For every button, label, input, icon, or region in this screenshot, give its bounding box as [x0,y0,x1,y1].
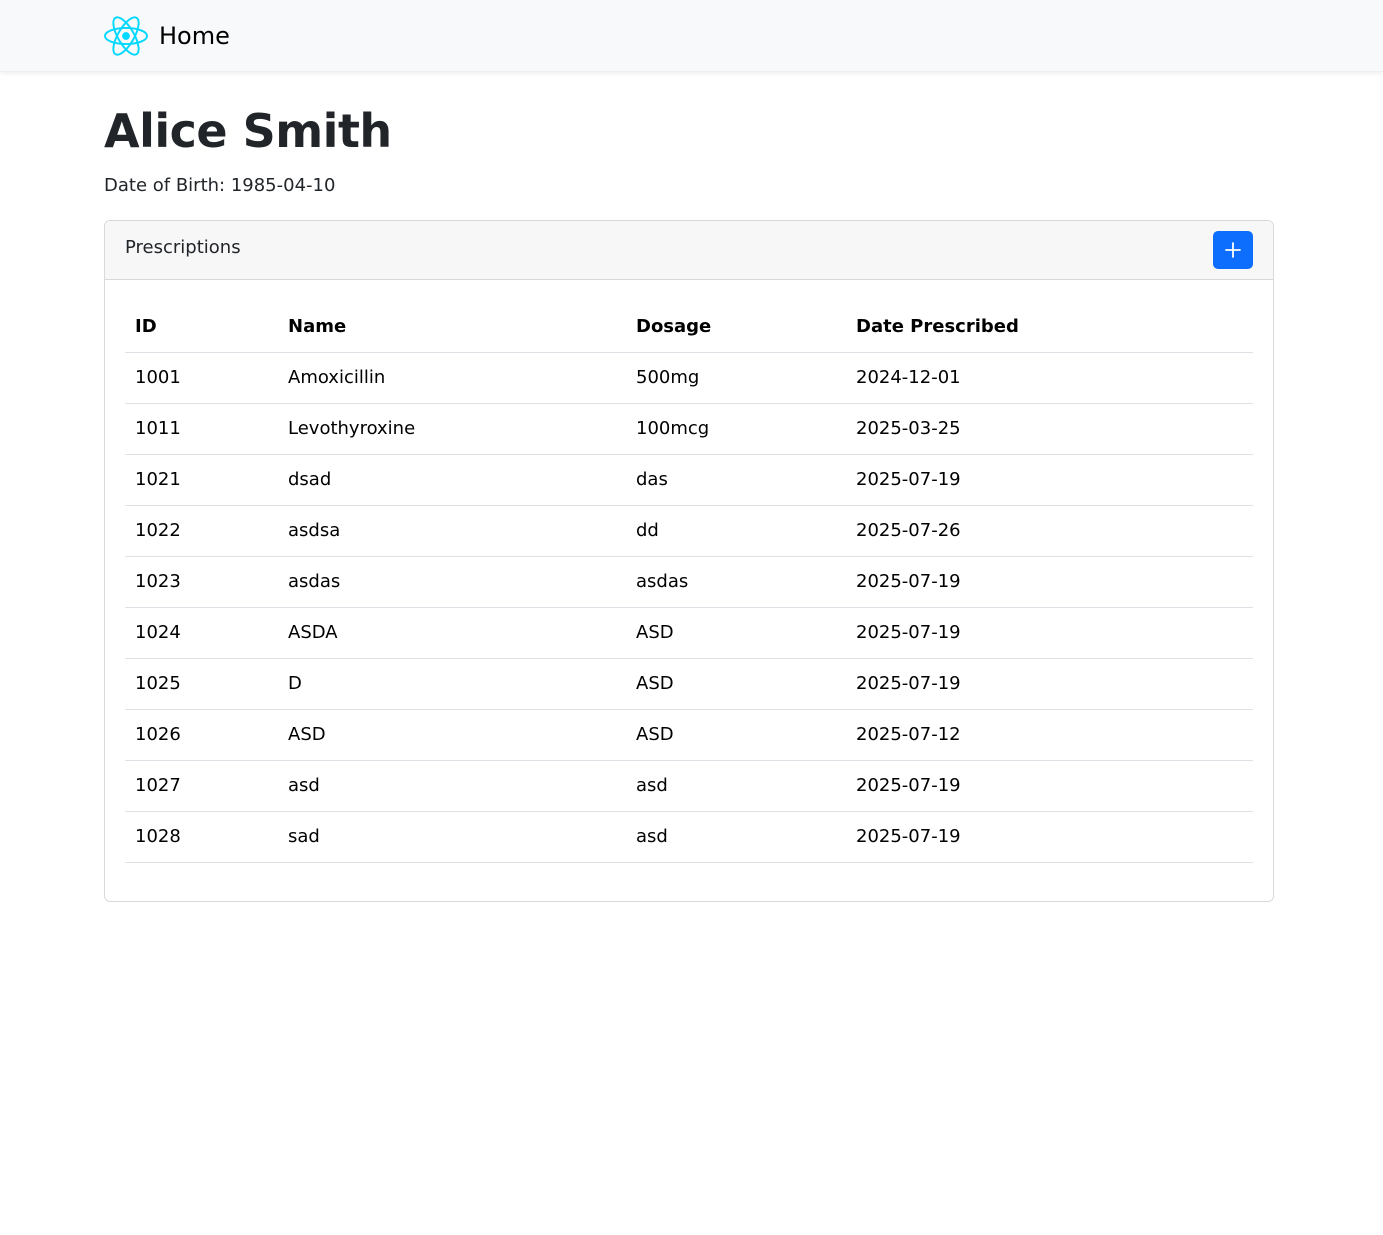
prescriptions-title: Prescriptions [125,237,241,258]
cell-id: 1027 [125,760,278,812]
add-prescription-button[interactable] [1213,231,1253,269]
cell-date: 2025-07-19 [846,607,1253,659]
table-row: 1022 asdsa dd 2025-07-26 [125,505,1253,557]
cell-date: 2025-07-19 [846,658,1253,710]
cell-date: 2025-07-26 [846,505,1253,557]
cell-dosage: ASD [626,709,846,761]
cell-id: 1024 [125,607,278,659]
navbar-brand-home-link[interactable]: Home [104,14,230,58]
table-row: 1028 sad asd 2025-07-19 [125,811,1253,863]
plus-icon [1225,242,1241,258]
table-row: 1024 ASDA ASD 2025-07-19 [125,607,1253,659]
cell-dosage: asd [626,811,846,863]
column-header-date-prescribed: Date Prescribed [846,301,1253,353]
cell-date: 2025-07-12 [846,709,1253,761]
cell-date: 2025-07-19 [846,760,1253,812]
table-header-row: ID Name Dosage Date Prescribed [125,301,1253,353]
cell-name: asdsa [278,505,626,557]
prescriptions-card-header: Prescriptions [105,221,1273,280]
prescriptions-table-wrapper: ID Name Dosage Date Prescribed 1001 Amox… [125,301,1253,863]
cell-name: D [278,658,626,710]
cell-dosage: dd [626,505,846,557]
cell-name: Levothyroxine [278,403,626,455]
cell-dosage: ASD [626,658,846,710]
cell-name: dsad [278,454,626,506]
cell-date: 2025-03-25 [846,403,1253,455]
cell-date: 2025-07-19 [846,454,1253,506]
cell-name: asd [278,760,626,812]
patient-name-heading: Alice Smith [104,104,392,158]
cell-id: 1011 [125,403,278,455]
cell-date: 2025-07-19 [846,811,1253,863]
prescriptions-table: ID Name Dosage Date Prescribed 1001 Amox… [125,301,1253,863]
cell-dosage: asd [626,760,846,812]
cell-dosage: ASD [626,607,846,659]
cell-name: Amoxicillin [278,352,626,404]
column-header-id: ID [125,301,278,353]
navbar-brand-label: Home [159,22,230,50]
cell-name: ASDA [278,607,626,659]
column-header-dosage: Dosage [626,301,846,353]
cell-id: 1028 [125,811,278,863]
cell-dosage: 100mcg [626,403,846,455]
cell-date: 2025-07-19 [846,556,1253,608]
cell-name: ASD [278,709,626,761]
cell-name: asdas [278,556,626,608]
cell-id: 1025 [125,658,278,710]
table-row: 1025 D ASD 2025-07-19 [125,658,1253,710]
cell-dosage: asdas [626,556,846,608]
cell-name: sad [278,811,626,863]
cell-dosage: 500mg [626,352,846,404]
cell-date: 2024-12-01 [846,352,1253,404]
table-row: 1026 ASD ASD 2025-07-12 [125,709,1253,761]
cell-id: 1001 [125,352,278,404]
cell-id: 1026 [125,709,278,761]
cell-dosage: das [626,454,846,506]
cell-id: 1023 [125,556,278,608]
cell-id: 1022 [125,505,278,557]
prescriptions-card: Prescriptions ID Name Dosage Date Prescr… [104,220,1274,902]
table-row: 1011 Levothyroxine 100mcg 2025-03-25 [125,403,1253,455]
table-row: 1021 dsad das 2025-07-19 [125,454,1253,506]
react-logo-icon [104,16,148,56]
column-header-name: Name [278,301,626,353]
patient-date-of-birth: Date of Birth: 1985-04-10 [104,175,336,196]
table-row: 1023 asdas asdas 2025-07-19 [125,556,1253,608]
table-row: 1027 asd asd 2025-07-19 [125,760,1253,812]
cell-id: 1021 [125,454,278,506]
table-row: 1001 Amoxicillin 500mg 2024-12-01 [125,352,1253,404]
navbar: Home [0,0,1383,72]
